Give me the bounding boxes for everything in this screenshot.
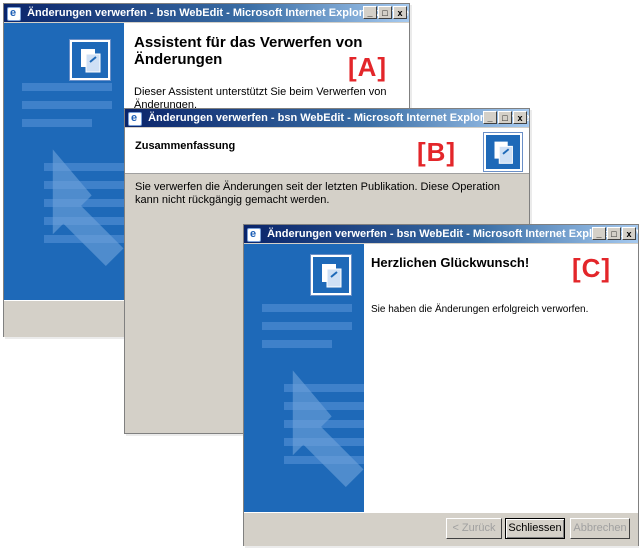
wizard-window-c: Änderungen verwerfen - bsn WebEdit - Mic…	[243, 224, 639, 546]
minimize-button[interactable]: _	[483, 111, 497, 124]
wizard-icon	[484, 133, 522, 171]
close-button[interactable]: x	[622, 227, 636, 240]
close-button[interactable]: x	[393, 6, 407, 19]
heading-c: Herzlichen Glückwunsch!	[371, 255, 530, 270]
ie-icon	[247, 225, 261, 243]
label-a: [A]	[348, 52, 388, 82]
window-title-c: Änderungen verwerfen - bsn WebEdit - Mic…	[267, 228, 638, 240]
back-button[interactable]: < Zurück	[446, 518, 502, 539]
window-title-b: Änderungen verwerfen - bsn WebEdit - Mic…	[148, 112, 529, 124]
maximize-button[interactable]: □	[607, 227, 621, 240]
maximize-button[interactable]: □	[378, 6, 392, 19]
close-button[interactable]: x	[513, 111, 527, 124]
label-c: [C]	[572, 253, 612, 283]
minimize-button[interactable]: _	[592, 227, 606, 240]
ie-icon	[7, 4, 21, 22]
body-b: Sie verwerfen die Änderungen seit der le…	[135, 181, 501, 206]
title-bar-a[interactable]: Änderungen verwerfen - bsn WebEdit - Mic…	[4, 4, 409, 22]
maximize-button[interactable]: □	[498, 111, 512, 124]
body-c: Sie haben die Änderungen erfolgreich ver…	[371, 304, 589, 315]
ie-icon	[128, 109, 142, 127]
title-bar-c[interactable]: Änderungen verwerfen - bsn WebEdit - Mic…	[244, 225, 638, 243]
label-b: [B]	[417, 137, 457, 167]
minimize-button[interactable]: _	[363, 6, 377, 19]
cancel-button[interactable]: Abbrechen	[570, 518, 630, 539]
wizard-icon	[70, 40, 110, 80]
heading-b: Zusammenfassung	[135, 140, 236, 152]
wizard-icon	[311, 255, 351, 295]
window-title-a: Änderungen verwerfen - bsn WebEdit - Mic…	[27, 7, 409, 19]
close-wizard-button[interactable]: Schliessen	[505, 518, 565, 539]
title-bar-b[interactable]: Änderungen verwerfen - bsn WebEdit - Mic…	[125, 109, 529, 127]
content-area-c	[364, 244, 638, 512]
